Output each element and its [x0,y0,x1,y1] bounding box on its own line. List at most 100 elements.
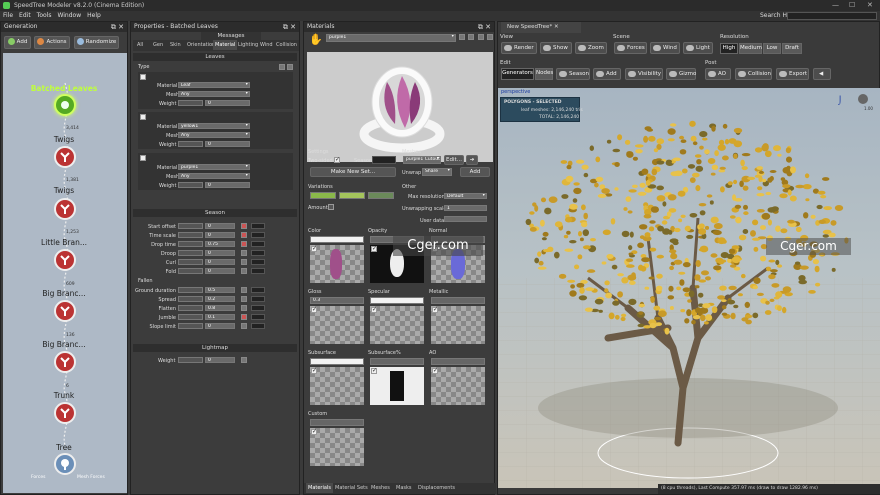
map-color-bar[interactable] [370,297,424,304]
season-button[interactable]: Season [556,68,590,80]
variation-swatch-2[interactable] [339,192,365,199]
property-reset-button[interactable] [241,323,247,329]
map-thumbnail[interactable] [370,367,424,405]
property-input[interactable]: 0 [205,250,235,256]
map-thumbnail[interactable] [370,306,424,344]
property-input[interactable]: 0 [205,223,235,229]
property-reset-button[interactable] [241,314,247,320]
tab-material-sets[interactable]: Material Sets [333,483,370,493]
property-slider[interactable] [178,268,203,274]
property-reset-button[interactable] [241,232,247,238]
property-slider[interactable] [178,250,203,256]
property-slider[interactable] [178,223,203,229]
map-thumbnail[interactable] [431,367,485,405]
tab-wind[interactable]: Wind [258,40,275,50]
gizmo-button[interactable]: Gizmo [666,68,696,80]
menu-tools[interactable]: Tools [34,11,55,21]
maximize-icon[interactable]: ☐ [849,0,855,11]
type-entry-2-checkbox[interactable] [140,114,146,120]
material-dropdown-2[interactable]: yellow1 [178,123,250,129]
add-mesh-button[interactable]: Add [460,167,490,177]
forces-label[interactable]: Forces [31,475,46,480]
menu-file[interactable]: File [0,11,16,21]
tab-skin[interactable]: Skin [168,40,183,50]
mesh-dropdown-1[interactable]: Any [178,91,250,97]
property-slider[interactable] [178,296,203,302]
leaves-section-header[interactable]: Leaves [133,53,297,61]
map-color-bar[interactable] [370,358,424,365]
add-button-viewport[interactable]: Add [593,68,621,80]
add-type-button[interactable] [279,64,285,70]
close-icon[interactable]: ⧉ ✕ [478,22,491,32]
map-enable-checkbox[interactable] [371,367,377,374]
tab-meshes[interactable]: Meshes [369,483,392,493]
property-curve-button[interactable] [251,314,265,320]
edit-mesh-button[interactable]: Edit... [444,155,464,165]
actions-button[interactable]: Actions [34,36,70,49]
unwrapping-scale-input[interactable]: 1 [444,205,487,211]
weight-slider-3[interactable] [178,182,203,188]
tab-collision[interactable]: Collision [274,40,299,50]
map-thumbnail[interactable] [310,367,364,405]
mesh-forces-label[interactable]: Mesh Forces [77,475,105,480]
amount-checkbox[interactable] [328,204,334,210]
close-icon[interactable]: ✕ [867,0,873,11]
material-preview[interactable] [307,52,493,162]
resolution-medium[interactable]: Medium [739,43,762,54]
randomize-button[interactable]: Randomize [74,36,119,49]
map-color-bar[interactable] [431,358,485,365]
user-data-input[interactable] [444,216,487,222]
tab-lighting[interactable]: Lighting [236,40,260,50]
variation-swatch-1[interactable] [310,192,336,199]
property-slider[interactable] [178,259,203,265]
trunk-node[interactable] [54,402,76,424]
mesh-dropdown-3[interactable]: Any [178,173,250,179]
map-thumbnail[interactable] [310,245,364,283]
property-reset-button[interactable] [241,223,247,229]
property-curve-button[interactable] [251,287,265,293]
map-color-bar[interactable] [431,297,485,304]
resolution-draft[interactable]: Draft [782,43,802,54]
wind-button[interactable]: Wind [650,42,680,54]
add-button[interactable]: Add [4,36,31,49]
property-curve-button[interactable] [251,268,265,274]
messages-bar[interactable]: Messages [201,32,261,40]
property-reset-button[interactable] [241,305,247,311]
tab-displacements[interactable]: Displacements [416,483,457,493]
light-direction-icon[interactable] [858,94,868,104]
unwrap-dropdown[interactable]: Share [422,168,452,176]
light-button[interactable]: Light [683,42,713,54]
property-slider[interactable] [178,232,203,238]
map-thumbnail[interactable] [431,306,485,344]
duplicate-material-icon[interactable] [468,34,474,40]
close-tab-icon[interactable]: ✕ [554,24,559,30]
property-reset-button[interactable] [241,287,247,293]
tab-masks[interactable]: Masks [394,483,413,493]
map-thumbnail[interactable] [310,306,364,344]
property-curve-button[interactable] [251,323,265,329]
map-color-bar[interactable]: 0.3 [310,297,364,304]
remove-type-button[interactable] [287,64,293,70]
property-slider[interactable] [178,241,203,247]
property-curve-button[interactable] [251,259,265,265]
back-arrow-icon[interactable]: ◀ [813,68,831,80]
twigs-node-2[interactable] [54,198,76,220]
type-entry-1-checkbox[interactable] [140,74,146,80]
resolution-low[interactable]: Low [763,43,781,54]
ao-button[interactable]: AO [705,68,731,80]
material-dropdown-3[interactable]: purple1 [178,164,250,170]
property-input[interactable]: 0 [205,232,235,238]
generation-graph[interactable] [3,53,127,493]
tab-materials[interactable]: Materials [306,483,333,493]
big-branches-node[interactable] [54,300,76,322]
property-input[interactable]: 0 [205,268,235,274]
map-color-bar[interactable] [310,358,364,365]
property-slider[interactable] [178,323,203,329]
document-tab[interactable]: New SpeedTree* ✕ [501,22,581,33]
menu-window[interactable]: Window [54,11,84,21]
map-color-bar[interactable] [310,419,364,426]
visibility-button[interactable]: Visibility [625,68,663,80]
delete-material-icon[interactable] [478,34,484,40]
property-curve-button[interactable] [251,223,265,229]
property-slider[interactable] [178,287,203,293]
